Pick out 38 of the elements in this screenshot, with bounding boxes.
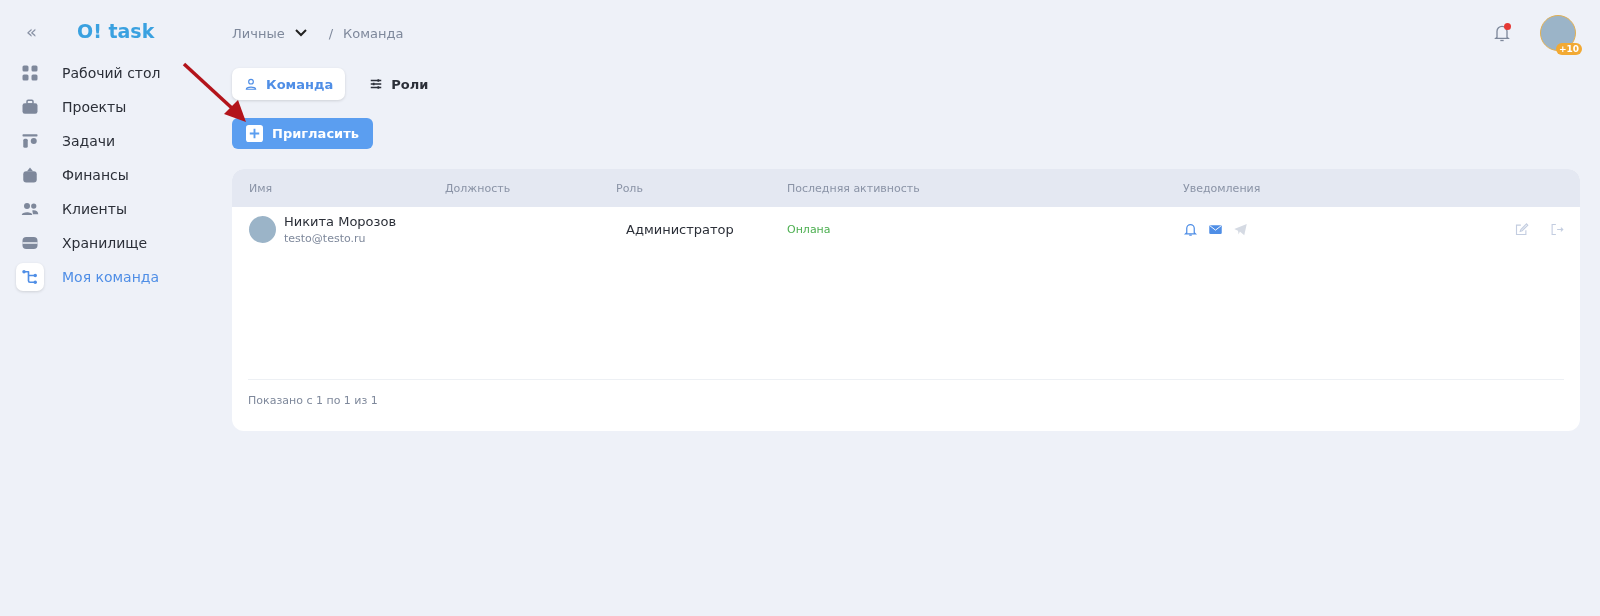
sidebar-item[interactable]: Задачи — [16, 124, 216, 158]
column-header: Последняя активность — [787, 181, 921, 195]
sliders-icon — [369, 77, 384, 91]
user-icon — [244, 77, 258, 91]
user-avatar — [249, 215, 276, 243]
sidebar-item[interactable]: Проекты — [16, 90, 216, 124]
edit-icon[interactable] — [1514, 221, 1529, 237]
clients-icon — [21, 200, 39, 218]
arrow-drawing — [182, 62, 248, 124]
finance-icon — [21, 166, 39, 184]
sidebar-item[interactable]: Хранилище — [16, 226, 216, 260]
column-header: Роль — [616, 181, 644, 195]
sidebar-item[interactable]: Рабочий стол — [16, 56, 216, 90]
chevron-down-icon[interactable] — [294, 29, 307, 37]
team-icon — [21, 268, 39, 286]
role-cell-text: Администратор — [625, 221, 735, 237]
column-header: Имя — [249, 181, 274, 195]
count-badge: +10 — [1555, 43, 1582, 55]
plus-icon — [246, 125, 263, 142]
sidebar-item[interactable]: Клиенты — [16, 192, 216, 226]
member-name: Никита Морозов — [284, 213, 397, 229]
column-header: Должность — [445, 181, 512, 195]
activity-status: Онлана — [787, 222, 832, 236]
tab[interactable]: Роли — [357, 68, 441, 100]
column-header: Уведомления — [1183, 181, 1262, 195]
pagination-info: Показано с 1 по 1 из 1 — [248, 379, 1564, 431]
member-email: testo@testo.ru — [284, 231, 367, 245]
logo: O! task — [77, 20, 155, 42]
bell-icon[interactable] — [1183, 221, 1198, 237]
projects-icon — [21, 98, 39, 116]
breadcrumb-separator: / — [328, 25, 334, 41]
storage-icon — [21, 234, 39, 252]
logout-icon[interactable] — [1549, 221, 1564, 237]
breadcrumb-item: Команда — [343, 25, 404, 41]
notifications-button[interactable] — [1492, 23, 1512, 43]
dashboard-icon — [21, 64, 39, 82]
tasks-icon — [21, 132, 39, 150]
sidebar-item[interactable]: Финансы — [16, 158, 216, 192]
